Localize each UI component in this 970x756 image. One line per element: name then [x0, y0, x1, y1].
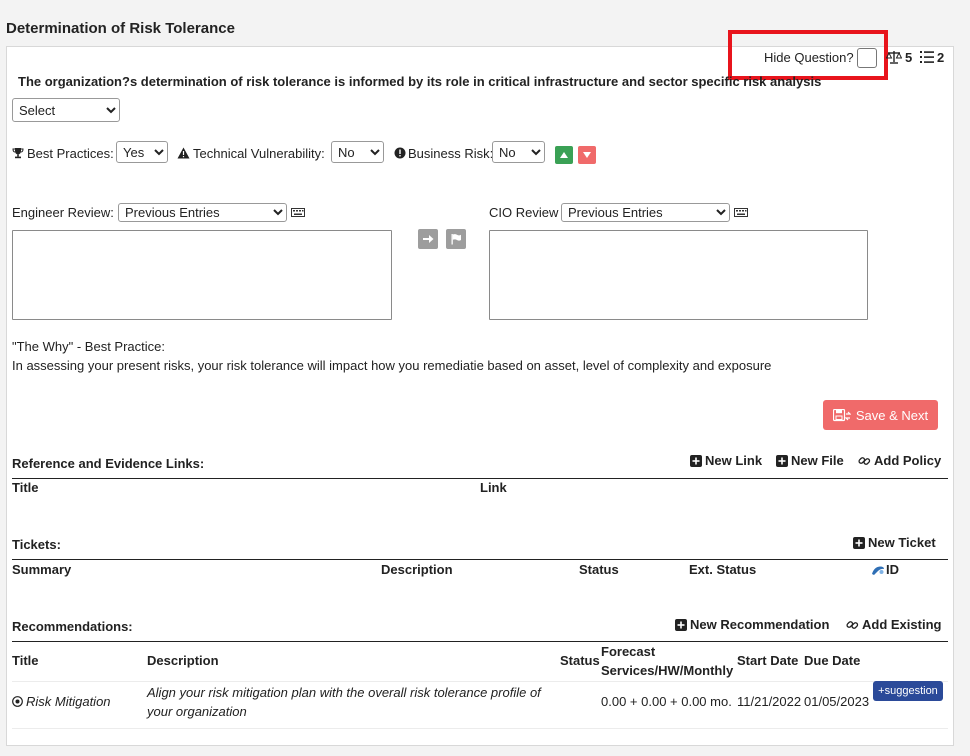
trophy-icon — [12, 148, 24, 159]
flag-icon — [451, 234, 461, 245]
references-title: Reference and Evidence Links: — [12, 456, 205, 471]
add-existing-label: Add Existing — [862, 617, 942, 632]
new-ticket-button[interactable]: New Ticket — [853, 535, 936, 550]
column-header: Due Date — [804, 653, 861, 668]
new-ticket-label: New Ticket — [868, 535, 936, 550]
plus-square-icon — [675, 618, 687, 631]
recommendation-title[interactable]: Risk Mitigation — [26, 694, 111, 709]
move-up-button[interactable] — [555, 146, 573, 164]
add-existing-button[interactable]: Add Existing — [846, 617, 941, 632]
recommendations-title: Recommendations: — [12, 619, 133, 634]
scale-icon — [886, 51, 902, 64]
exclamation-circle-icon — [394, 147, 406, 159]
column-header: Summary — [12, 562, 72, 577]
references-divider — [12, 478, 948, 479]
weight-value: 5 — [905, 50, 913, 65]
column-header: Forecast — [601, 644, 656, 659]
recommendation-due-date: 01/05/2023 — [804, 694, 870, 709]
hide-question-label: Hide Question? — [764, 50, 854, 65]
column-header: Status — [560, 653, 600, 668]
suggestion-button[interactable]: +suggestion — [873, 681, 943, 701]
column-header: Start Date — [737, 653, 799, 668]
new-recommendation-label: New Recommendation — [690, 617, 830, 632]
column-header: Title — [12, 480, 39, 495]
keyboard-icon[interactable] — [734, 208, 748, 217]
cio-review-label: CIO Review — [489, 205, 559, 220]
answer-select[interactable]: Select — [12, 98, 120, 122]
column-header: Services/HW/Monthly — [601, 663, 734, 678]
question-text: The organization?s determination of risk… — [18, 74, 822, 89]
plus-square-icon — [690, 454, 702, 467]
recommendation-description: Align your risk mitigation plan with the… — [147, 685, 541, 700]
forward-arrow-button[interactable] — [418, 229, 438, 249]
column-header: Link — [480, 480, 507, 495]
engineer-review-label: Engineer Review: — [12, 205, 114, 220]
column-header: ID — [886, 562, 899, 577]
list-count: 2 — [937, 50, 945, 65]
business-risk-label: Business Risk: — [408, 146, 494, 161]
why-heading: "The Why" - Best Practice: — [12, 339, 165, 354]
cio-review-textarea[interactable] — [489, 230, 868, 320]
best-practices-label: Best Practices: — [27, 146, 114, 161]
column-header: Ext. Status — [689, 562, 757, 577]
page-title: Determination of Risk Tolerance — [6, 20, 235, 37]
column-header: Title — [12, 653, 39, 668]
column-header: Description — [147, 653, 219, 668]
column-header: Status — [579, 562, 619, 577]
recommendation-start-date: 11/21/2022 — [737, 694, 802, 709]
engineer-previous-entries-select[interactable]: Previous Entries — [118, 203, 287, 222]
arrow-right-icon — [423, 235, 434, 243]
caret-up-icon — [560, 152, 568, 158]
jira-icon — [872, 566, 884, 575]
add-policy-button[interactable]: Add Policy — [858, 453, 941, 468]
tech-vuln-select[interactable]: No — [331, 141, 384, 163]
save-next-label: Save & Next — [855, 407, 929, 423]
new-link-label: New Link — [705, 453, 763, 468]
best-practices-select[interactable]: Yes — [116, 141, 168, 163]
why-text: In assessing your present risks, your ri… — [12, 358, 772, 373]
caret-down-icon — [583, 152, 591, 158]
link-icon — [858, 456, 871, 465]
new-file-button[interactable]: New File — [776, 453, 844, 468]
new-recommendation-button[interactable]: New Recommendation — [675, 617, 829, 632]
new-link-button[interactable]: New Link — [690, 453, 762, 468]
tickets-divider — [12, 559, 948, 560]
recommendations-divider — [12, 641, 948, 642]
recommendation-description: your organization — [147, 704, 247, 719]
save-icon — [832, 408, 851, 421]
plus-square-icon — [776, 454, 788, 467]
flag-button[interactable] — [446, 229, 466, 249]
link-icon — [846, 620, 859, 629]
move-down-button[interactable] — [578, 146, 596, 164]
warning-icon — [177, 147, 190, 159]
plus-square-icon — [853, 536, 865, 549]
keyboard-icon[interactable] — [291, 208, 305, 217]
recommendation-forecast: 0.00 + 0.00 + 0.00 mo. — [601, 694, 732, 709]
list-ol-icon — [920, 51, 934, 63]
business-risk-select[interactable]: No — [492, 141, 545, 163]
cio-previous-entries-select[interactable]: Previous Entries — [561, 203, 730, 222]
hide-question-checkbox[interactable] — [857, 48, 877, 68]
tech-vuln-label: Technical Vulnerability: — [193, 146, 325, 161]
tickets-title: Tickets: — [12, 537, 61, 552]
column-header: Description — [381, 562, 453, 577]
add-policy-label: Add Policy — [874, 453, 942, 468]
bullseye-icon — [12, 696, 23, 707]
engineer-review-textarea[interactable] — [12, 230, 392, 320]
save-next-button[interactable]: Save & Next — [823, 400, 938, 430]
new-file-label: New File — [791, 453, 844, 468]
